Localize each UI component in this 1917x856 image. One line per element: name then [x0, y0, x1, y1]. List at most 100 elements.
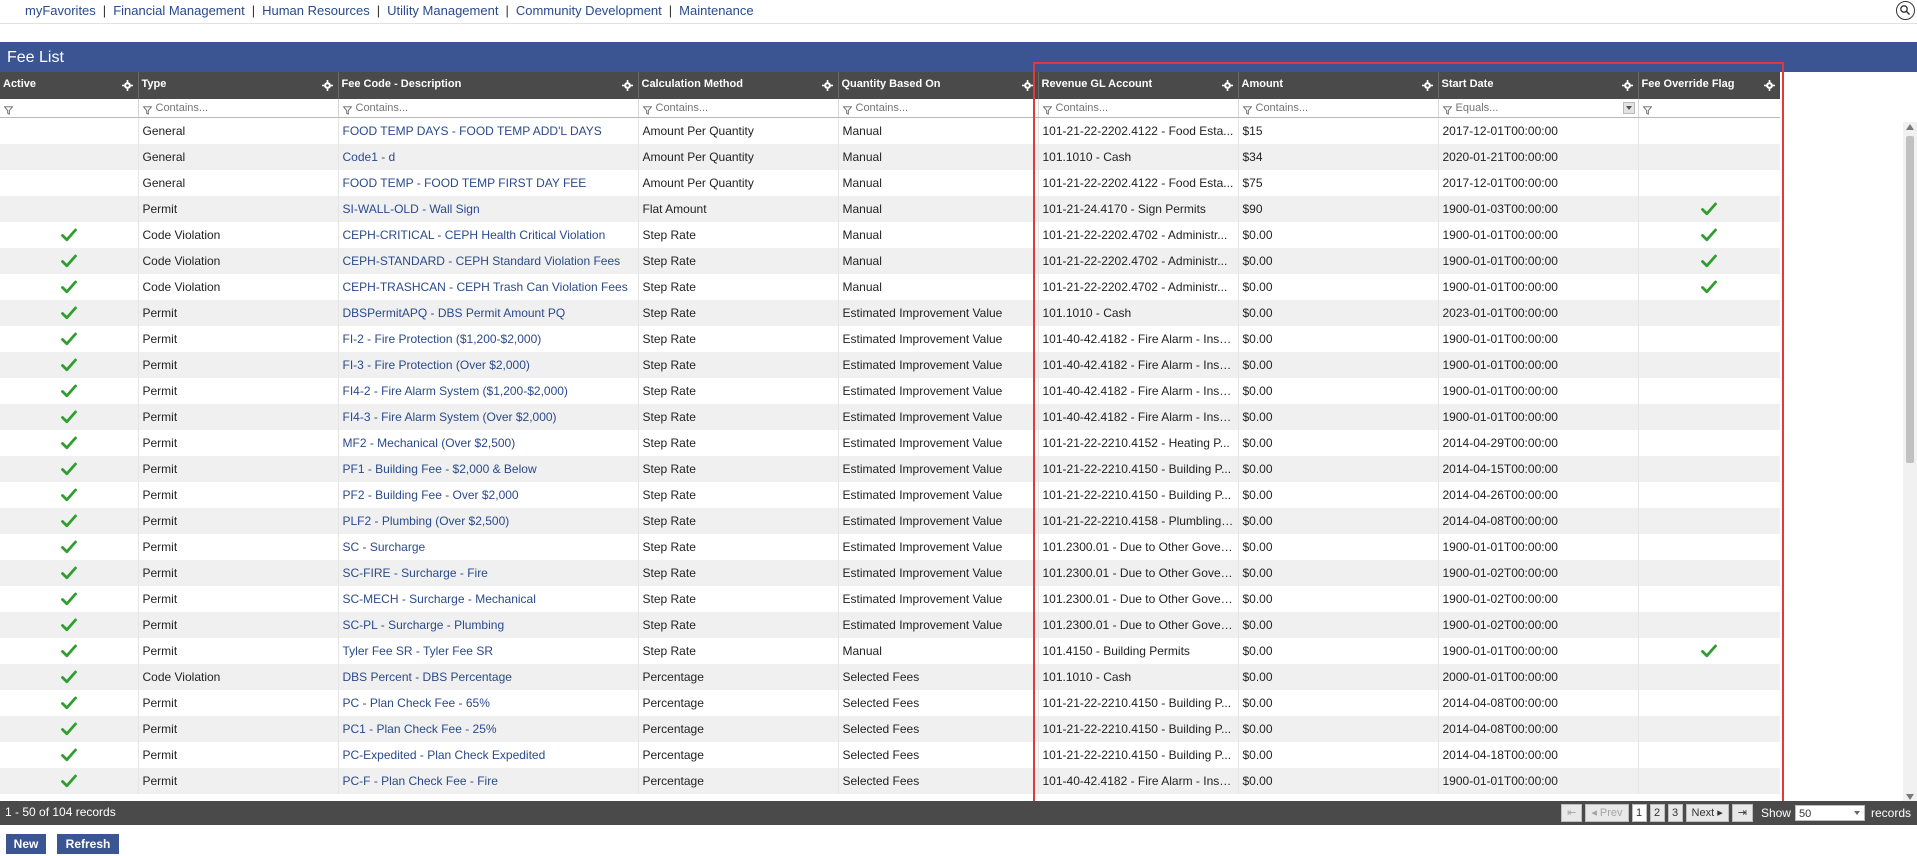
filter-input-type[interactable]: [155, 102, 338, 114]
table-row[interactable]: Permit SC-PL - Surcharge - Plumbing Step R…: [0, 612, 1780, 638]
table-row[interactable]: Code Violation DBS Percent - DBS Percenta…: [0, 664, 1780, 690]
fee-code-link[interactable]: CEPH-CRITICAL - CEPH Health Critical Vio…: [338, 222, 639, 248]
nav-link-community-development[interactable]: Community Development: [516, 3, 662, 18]
scroll-up-icon[interactable]: [1906, 124, 1914, 130]
fee-code-link[interactable]: CEPH-TRASHCAN - CEPH Trash Can Violation…: [338, 274, 639, 300]
new-button[interactable]: New: [6, 834, 46, 854]
table-row[interactable]: Permit PC-Expedited - Plan Check Expedite…: [0, 742, 1780, 768]
column-header-calculation-method[interactable]: Calculation Method: [638, 72, 839, 99]
column-header-fee-code-description[interactable]: Fee Code - Description: [338, 72, 639, 99]
filter-input-start-date[interactable]: [1455, 102, 1638, 114]
next-page-button[interactable]: Next ▸: [1685, 804, 1729, 822]
fee-code-link[interactable]: PF2 - Building Fee - Over $2,000: [338, 482, 639, 508]
table-row[interactable]: Permit FI4-2 - Fire Alarm System ($1,200-…: [0, 378, 1780, 404]
filter-input-calculation-method[interactable]: [655, 102, 838, 114]
fee-code-link[interactable]: SC-FIRE - Surcharge - Fire: [338, 560, 639, 586]
fee-code-link[interactable]: SC-PL - Surcharge - Plumbing: [338, 612, 639, 638]
table-row[interactable]: Permit PC - Plan Check Fee - 65% Percentag…: [0, 690, 1780, 716]
gear-icon[interactable]: [1421, 80, 1433, 91]
filter-icon[interactable]: [3, 104, 14, 115]
table-row[interactable]: Permit DBSPermitAPQ - DBS Permit Amount P…: [0, 300, 1780, 326]
table-row[interactable]: Permit Tyler Fee SR - Tyler Fee SR Step Ra…: [0, 638, 1780, 664]
gear-icon[interactable]: [1763, 80, 1775, 91]
nav-link-myfavorites[interactable]: myFavorites: [25, 3, 96, 18]
table-row[interactable]: General FOOD TEMP DAYS - FOOD TEMP ADD'L …: [0, 117, 1780, 144]
table-row[interactable]: Permit PLF2 - Plumbing (Over $2,500) Step …: [0, 508, 1780, 534]
gear-icon[interactable]: [1221, 80, 1233, 91]
column-header-type[interactable]: Type: [138, 72, 339, 99]
nav-link-maintenance[interactable]: Maintenance: [679, 3, 753, 18]
gear-icon[interactable]: [121, 80, 133, 91]
gear-icon[interactable]: [821, 80, 833, 91]
fee-code-link[interactable]: PC-F - Plan Check Fee - Fire: [338, 768, 639, 794]
filter-icon[interactable]: [642, 104, 652, 115]
table-row[interactable]: Permit SC-MECH - Surcharge - Mechanical St…: [0, 586, 1780, 612]
nav-link-human-resources[interactable]: Human Resources: [262, 3, 370, 18]
fee-code-link[interactable]: FI-2 - Fire Protection ($1,200-$2,000): [338, 326, 639, 352]
table-row[interactable]: Code Violation CEPH-CRITICAL - CEPH Healt…: [0, 222, 1780, 248]
column-header-amount[interactable]: Amount: [1238, 72, 1439, 99]
fee-code-link[interactable]: FI-3 - Fire Protection (Over $2,000): [338, 352, 639, 378]
filter-icon[interactable]: [1242, 104, 1252, 115]
column-header-quantity-based-on[interactable]: Quantity Based On: [838, 72, 1039, 99]
fee-code-link[interactable]: PC - Plan Check Fee - 65%: [338, 690, 639, 716]
table-row[interactable]: Permit SC-FIRE - Surcharge - Fire Step Rat…: [0, 560, 1780, 586]
filter-icon[interactable]: [1642, 104, 1652, 115]
last-page-button[interactable]: ⇥: [1731, 804, 1753, 822]
column-header-fee-override-flag[interactable]: Fee Override Flag: [1638, 72, 1780, 99]
table-row[interactable]: Code Violation CEPH-TRASHCAN - CEPH Trash…: [0, 274, 1780, 300]
table-row[interactable]: General Code1 - d Amount Per Quantity Manua…: [0, 144, 1780, 170]
table-row[interactable]: Permit SI-WALL-OLD - Wall Sign Flat Amount…: [0, 196, 1780, 222]
fee-code-link[interactable]: FOOD TEMP - FOOD TEMP FIRST DAY FEE: [338, 170, 639, 196]
fee-code-link[interactable]: FI4-3 - Fire Alarm System (Over $2,000): [338, 404, 639, 430]
table-row[interactable]: Permit PC1 - Plan Check Fee - 25% Percenta…: [0, 716, 1780, 742]
fee-code-link[interactable]: DBSPermitAPQ - DBS Permit Amount PQ: [338, 300, 639, 326]
table-row[interactable]: Permit PF1 - Building Fee - $2,000 & Belo…: [0, 456, 1780, 482]
fee-code-link[interactable]: PLF2 - Plumbing (Over $2,500): [338, 508, 639, 534]
column-header-start-date[interactable]: Start Date: [1438, 72, 1639, 99]
fee-code-link[interactable]: Tyler Fee SR - Tyler Fee SR: [338, 638, 639, 664]
column-header-active[interactable]: Active: [0, 72, 139, 99]
filter-icon[interactable]: [342, 104, 352, 115]
table-row[interactable]: Permit FI-2 - Fire Protection ($1,200-$2,…: [0, 326, 1780, 352]
vertical-scrollbar[interactable]: [1903, 122, 1917, 802]
table-row[interactable]: Permit PC-F - Plan Check Fee - Fire Percen…: [0, 768, 1780, 794]
fee-code-link[interactable]: PF1 - Building Fee - $2,000 & Below: [338, 456, 639, 482]
table-row[interactable]: Permit PF2 - Building Fee - Over $2,000 St…: [0, 482, 1780, 508]
scroll-down-icon[interactable]: [1906, 794, 1914, 800]
filter-input-revenue-gl-account[interactable]: [1055, 102, 1238, 114]
nav-link-utility-management[interactable]: Utility Management: [387, 3, 498, 18]
fee-code-link[interactable]: DBS Percent - DBS Percentage: [338, 664, 639, 690]
page-number-3[interactable]: 3: [1667, 804, 1683, 822]
filter-icon[interactable]: [142, 104, 152, 115]
table-row[interactable]: Code Violation CEPH-STANDARD - CEPH Stand…: [0, 248, 1780, 274]
column-header-revenue-gl-account[interactable]: Revenue GL Account: [1038, 72, 1239, 99]
filter-input-amount[interactable]: [1255, 102, 1438, 114]
fee-code-link[interactable]: Code1 - d: [338, 144, 639, 170]
filter-input-fee-code-description[interactable]: [355, 102, 638, 114]
fee-code-link[interactable]: SC - Surcharge: [338, 534, 639, 560]
search-icon[interactable]: [1896, 1, 1915, 20]
table-row[interactable]: Permit MF2 - Mechanical (Over $2,500) Step…: [0, 430, 1780, 456]
fee-code-link[interactable]: MF2 - Mechanical (Over $2,500): [338, 430, 639, 456]
fee-code-link[interactable]: PC-Expedited - Plan Check Expedited: [338, 742, 639, 768]
nav-link-financial-management[interactable]: Financial Management: [113, 3, 245, 18]
table-row[interactable]: Permit FI4-3 - Fire Alarm System (Over $2…: [0, 404, 1780, 430]
fee-code-link[interactable]: CEPH-STANDARD - CEPH Standard Violation …: [338, 248, 639, 274]
fee-code-link[interactable]: SI-WALL-OLD - Wall Sign: [338, 196, 639, 222]
first-page-button[interactable]: ⇤: [1561, 804, 1583, 822]
fee-code-link[interactable]: PC1 - Plan Check Fee - 25%: [338, 716, 639, 742]
filter-dropdown-icon[interactable]: [1622, 102, 1635, 114]
fee-code-link[interactable]: SC-MECH - Surcharge - Mechanical: [338, 586, 639, 612]
table-row[interactable]: Permit FI-3 - Fire Protection (Over $2,00…: [0, 352, 1780, 378]
gear-icon[interactable]: [1621, 80, 1633, 91]
table-row[interactable]: General FOOD TEMP - FOOD TEMP FIRST DAY F…: [0, 170, 1780, 196]
gear-icon[interactable]: [1021, 80, 1033, 91]
gear-icon[interactable]: [321, 80, 333, 91]
scroll-thumb[interactable]: [1906, 136, 1914, 463]
table-row[interactable]: Permit SC - Surcharge Step Rate Estimated I…: [0, 534, 1780, 560]
page-number-1[interactable]: 1: [1631, 804, 1647, 822]
filter-icon[interactable]: [1442, 104, 1452, 115]
gear-icon[interactable]: [621, 80, 633, 91]
filter-input-quantity-based-on[interactable]: [855, 102, 1038, 114]
